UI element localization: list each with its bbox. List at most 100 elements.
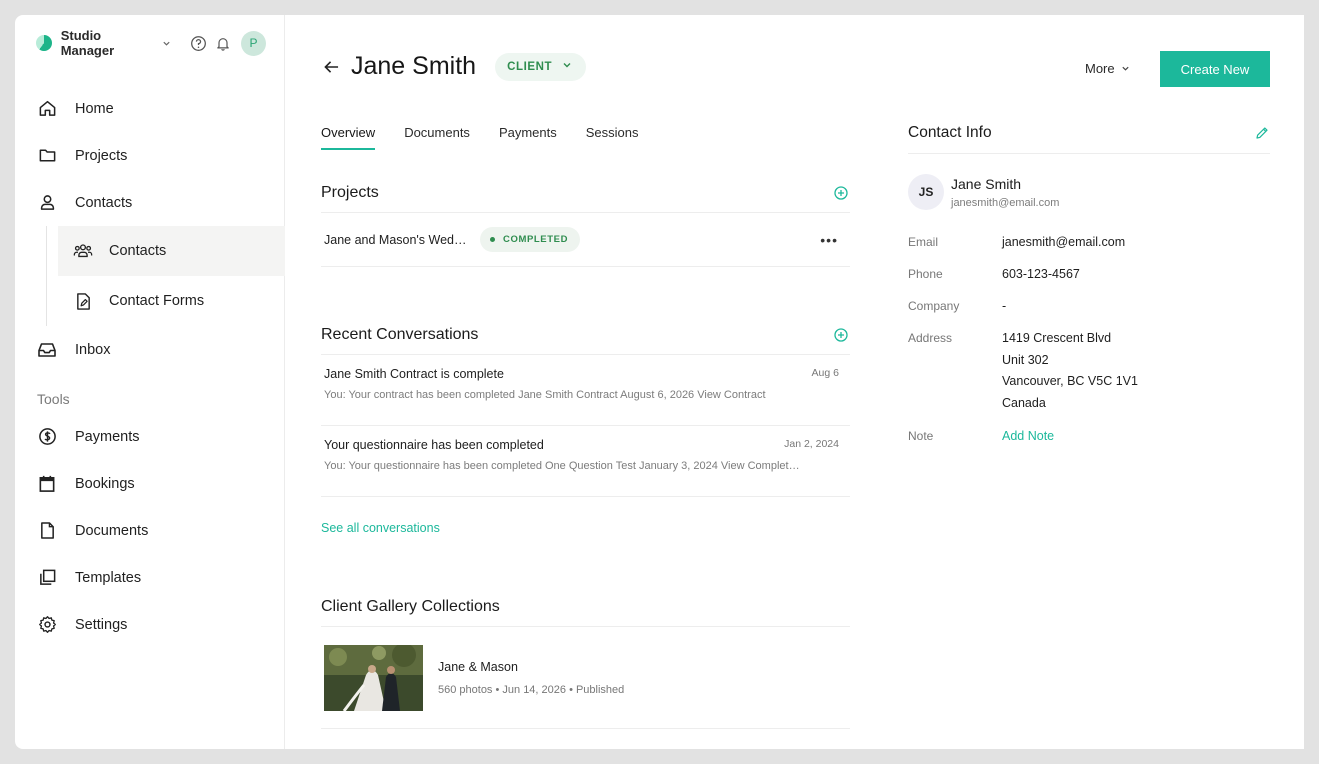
page-header: Jane Smith CLIENT [321,52,587,81]
conversations-section: Recent Conversations Jane Smith Contract… [321,315,850,535]
more-label: More [1085,61,1115,76]
tab-documents[interactable]: Documents [404,125,470,150]
info-row-email: Email janesmith@email.com [908,232,1270,252]
folder-icon [37,146,57,166]
sidebar-item-inbox[interactable]: Inbox [15,326,285,373]
conversation-date: Jan 2, 2024 [784,438,839,450]
avatar: JS [908,174,944,210]
status-badge: COMPLETED [480,227,581,252]
add-note-link[interactable]: Add Note [1002,426,1054,446]
sidebar-item-label: Contact Forms [109,293,205,309]
contact-details: Email janesmith@email.com Phone 603-123-… [908,232,1270,446]
address-line: Unit 302 [1002,352,1049,367]
conversations-header: Recent Conversations [321,315,850,355]
projects-section: Projects Jane and Mason's Wedding COMPLE… [321,173,850,267]
avatar[interactable]: P [241,30,266,56]
sidebar-item-contacts[interactable]: Contacts [15,179,285,226]
tools-section-label: Tools [37,391,70,407]
more-options-icon[interactable]: ••• [820,232,838,248]
sidebar-item-documents[interactable]: Documents [15,507,285,554]
tab-sessions[interactable]: Sessions [586,125,639,150]
section-title: Projects [321,183,379,201]
document-icon [37,521,57,541]
home-icon [37,99,57,119]
add-conversation-icon[interactable] [833,327,849,343]
sidebar: Studio Manager P Home Projects Contacts … [15,15,285,749]
contact-info-header: Contact Info [908,122,1270,144]
add-project-icon[interactable] [833,185,849,201]
bell-icon[interactable] [214,34,232,52]
calendar-icon [37,474,57,494]
dollar-icon [37,427,57,447]
contact-info-panel: Contact Info JS Jane Smith janesmith@ema… [908,122,1270,458]
status-label: COMPLETED [503,234,569,245]
gallery-header: Client Gallery Collections [321,587,850,627]
sidebar-item-label: Home [75,100,114,117]
list-item[interactable]: Jane & Mason 560 photos • Jun 14, 2026 •… [321,627,850,729]
info-label: Email [908,235,939,249]
address-value: 1419 Crescent Blvd Unit 302 Vancouver, B… [1002,328,1138,414]
create-new-button[interactable]: Create New [1160,51,1270,87]
divider [908,153,1270,154]
conversation-preview: You: Your contract has been completed Ja… [324,389,766,401]
list-item[interactable]: Jane Smith Contract is complete Aug 6 Yo… [321,355,850,426]
brand-label: Studio Manager [60,28,115,58]
email-value[interactable]: janesmith@email.com [1002,232,1125,252]
sidebar-item-settings[interactable]: Settings [15,601,285,648]
contact-type-dropdown[interactable]: CLIENT [495,52,587,81]
gear-icon [37,615,57,635]
conversation-top: Your questionnaire has been completed Ja… [324,438,839,452]
contact-email-sub: janesmith@email.com [951,196,1060,209]
gallery-title: Jane & Mason [438,659,518,674]
back-arrow-icon[interactable] [321,57,341,77]
top-icons: P [189,30,266,56]
list-item[interactable]: Your questionnaire has been completed Ja… [321,426,850,497]
info-row-note: Note Add Note [908,426,1270,446]
form-icon [73,291,93,311]
gallery-meta: 560 photos • Jun 14, 2026 • Published [438,683,625,696]
conversation-top: Jane Smith Contract is complete Aug 6 [324,367,839,381]
workspace-switcher[interactable]: Studio Manager [61,28,171,58]
gallery-thumbnail[interactable] [324,644,423,711]
main-content: Jane Smith CLIENT More Create New Overvi… [285,15,1304,749]
conversation-title: Jane Smith Contract is complete [324,367,504,381]
chevron-down-icon [1121,61,1130,76]
info-row-address: Address 1419 Crescent Blvd Unit 302 Vanc… [908,328,1270,414]
templates-icon [37,568,57,588]
gallery-info: Jane & Mason 560 photos • Jun 14, 2026 •… [438,660,624,696]
projects-header: Projects [321,173,850,213]
sidebar-item-payments[interactable]: Payments [15,413,285,460]
conversation-date: Aug 6 [811,367,839,379]
contact-person: JS Jane Smith janesmith@email.com [908,174,1270,210]
sidebar-item-home[interactable]: Home [15,85,285,132]
sidebar-top: Studio Manager P [36,28,266,58]
sidebar-subitem-contact-forms[interactable]: Contact Forms [58,276,285,326]
sidebar-item-templates[interactable]: Templates [15,554,285,601]
sidebar-item-label: Contacts [109,243,167,259]
sidebar-item-label: Contacts [75,194,133,211]
contact-type-label: CLIENT [507,60,553,73]
app-window: Studio Manager P Home Projects Contacts … [15,15,1304,749]
phone-value[interactable]: 603-123-4567 [1002,264,1080,284]
tab-overview[interactable]: Overview [321,125,376,150]
table-row[interactable]: Jane and Mason's Wedding COMPLETED ••• [321,213,850,267]
gallery-section: Client Gallery Collections Jane & Mason … [321,587,850,729]
see-all-conversations-link[interactable]: See all conversations [321,521,850,535]
tab-payments[interactable]: Payments [499,125,557,150]
contact-name: Jane Smith [951,175,1022,192]
address-line: 1419 Crescent Blvd [1002,331,1112,345]
more-menu-button[interactable]: More [1085,61,1130,76]
info-label: Phone [908,267,943,281]
help-icon[interactable] [189,34,207,52]
sidebar-nav: Home Projects Contacts Contacts Contact … [15,85,285,648]
sidebar-item-projects[interactable]: Projects [15,132,285,179]
sidebar-item-bookings[interactable]: Bookings [15,460,285,507]
page-title: Jane Smith [351,52,477,80]
sidebar-subitem-contacts[interactable]: Contacts [58,226,285,276]
project-name[interactable]: Jane and Mason's Wedding [324,233,472,247]
pencil-icon[interactable] [1254,125,1270,141]
sidebar-item-label: Inbox [75,341,111,358]
address-line: Vancouver, BC V5C 1V1 [1002,374,1138,388]
people-icon [73,241,93,261]
conversation-preview: You: Your questionnaire has been complet… [324,460,804,472]
